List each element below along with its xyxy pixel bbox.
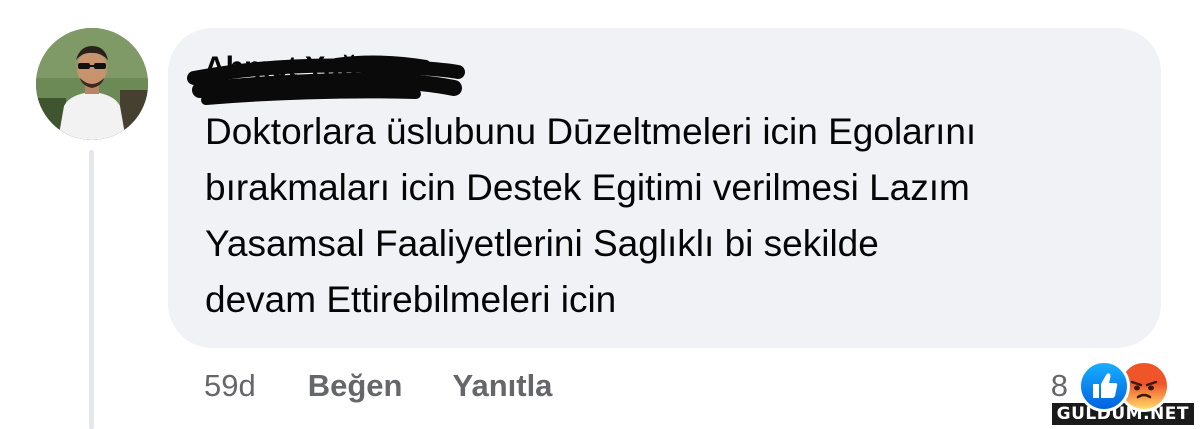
like-button[interactable]: Beğen [308, 368, 403, 404]
comment-timestamp[interactable]: 59d [204, 368, 256, 404]
comment-bubble: Ahmet Yağız Doktorlara üslubunu Dūzeltme… [168, 28, 1161, 348]
comment-text: Doktorlara üslubunu Dūzeltmeleri icin Eg… [205, 104, 1135, 328]
comment-line: Doktorlara üslubunu Dūzeltmeleri icin Eg… [205, 111, 977, 152]
like-icon [1078, 360, 1130, 412]
comment-line: Yasamsal Faaliyetlerini Saglıklı bi seki… [205, 223, 879, 264]
reply-button[interactable]: Yanıtla [452, 368, 552, 404]
reaction-count: 8 [1050, 368, 1068, 403]
comment-actions: 59d Beğen Yanıtla [204, 364, 602, 408]
comment-line: devam Ettirebilmeleri icin [205, 279, 617, 320]
author-avatar[interactable] [36, 28, 148, 140]
redaction-scribble [187, 55, 465, 105]
thread-line [89, 150, 94, 429]
profile-photo-icon [36, 28, 148, 140]
comment-line: bırakmaları icin Destek Egitimi verilmes… [205, 167, 970, 208]
